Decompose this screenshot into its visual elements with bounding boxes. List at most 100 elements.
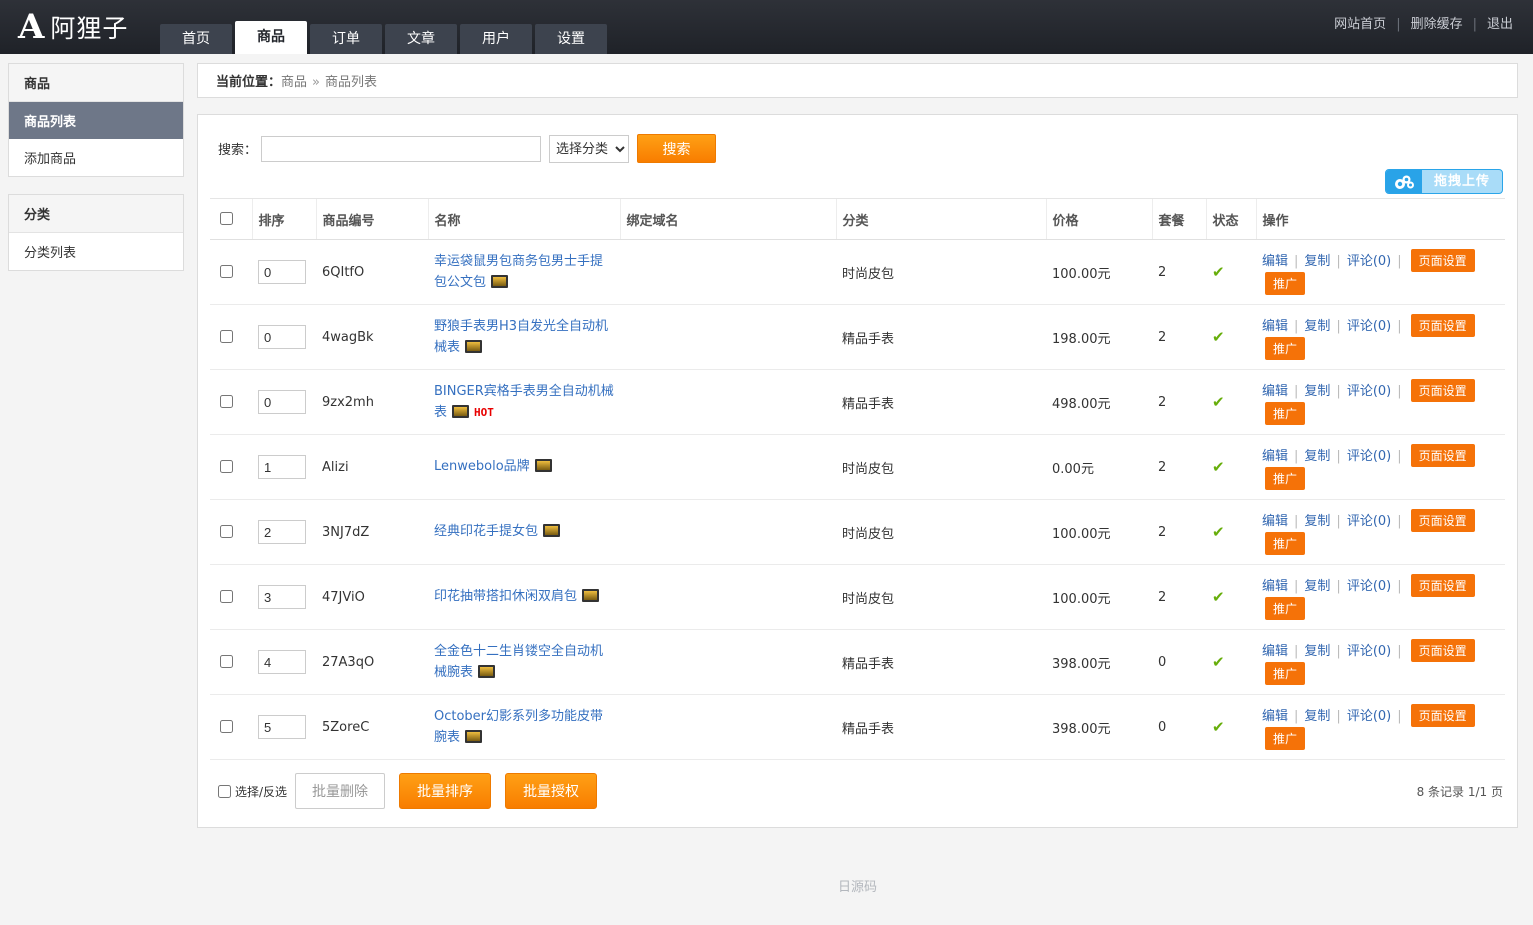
copy-link[interactable]: 复制: [1304, 384, 1330, 399]
table-row: 5ZoreC October幻影系列多功能皮带腕表 精品手表 398.00元 0…: [210, 695, 1505, 760]
nav-tab-articles[interactable]: 文章: [385, 24, 457, 54]
sort-input[interactable]: [258, 585, 306, 609]
sort-input[interactable]: [258, 520, 306, 544]
batch-auth-button[interactable]: 批量授权: [505, 773, 597, 809]
batch-sort-button[interactable]: 批量排序: [399, 773, 491, 809]
promote-button[interactable]: 推广: [1265, 402, 1305, 425]
main-nav: 首页 商品 订单 文章 用户 设置: [160, 21, 610, 54]
row-checkbox[interactable]: [220, 655, 233, 668]
comments-link[interactable]: 评论(0): [1347, 514, 1391, 529]
sort-input[interactable]: [258, 325, 306, 349]
comments-link[interactable]: 评论(0): [1347, 644, 1391, 659]
page-setup-button[interactable]: 页面设置: [1411, 574, 1475, 597]
row-checkbox[interactable]: [220, 525, 233, 538]
nav-tab-users[interactable]: 用户: [460, 24, 532, 54]
copy-link[interactable]: 复制: [1304, 709, 1330, 724]
copy-link[interactable]: 复制: [1304, 644, 1330, 659]
edit-link[interactable]: 编辑: [1262, 319, 1288, 334]
nav-tab-products[interactable]: 商品: [235, 21, 307, 54]
clear-cache-link[interactable]: 删除缓存: [1411, 17, 1463, 32]
table-row: Alizi Lenwebolo品牌 时尚皮包 0.00元 2 ✔ 编辑|复制|评…: [210, 435, 1505, 500]
op-separator: |: [1336, 644, 1340, 659]
search-input[interactable]: [261, 136, 541, 162]
sort-input[interactable]: [258, 455, 306, 479]
comments-link[interactable]: 评论(0): [1347, 709, 1391, 724]
sidebar-item-add-product[interactable]: 添加商品: [9, 139, 183, 176]
search-button[interactable]: 搜索: [637, 134, 716, 163]
edit-link[interactable]: 编辑: [1262, 579, 1288, 594]
copy-link[interactable]: 复制: [1304, 514, 1330, 529]
copy-link[interactable]: 复制: [1304, 449, 1330, 464]
product-name-link[interactable]: 经典印花手提女包: [434, 524, 538, 539]
product-category: 时尚皮包: [842, 462, 894, 477]
row-checkbox[interactable]: [220, 330, 233, 343]
site-home-link[interactable]: 网站首页: [1334, 17, 1386, 32]
edit-link[interactable]: 编辑: [1262, 644, 1288, 659]
nav-tab-home[interactable]: 首页: [160, 24, 232, 54]
sidebar-item-category-list[interactable]: 分类列表: [9, 233, 183, 270]
edit-link[interactable]: 编辑: [1262, 449, 1288, 464]
page-setup-button[interactable]: 页面设置: [1411, 704, 1475, 727]
row-checkbox[interactable]: [220, 460, 233, 473]
edit-link[interactable]: 编辑: [1262, 384, 1288, 399]
breadcrumb-parent[interactable]: 商品: [281, 75, 307, 90]
comments-link[interactable]: 评论(0): [1347, 319, 1391, 334]
sort-input[interactable]: [258, 650, 306, 674]
sort-input[interactable]: [258, 260, 306, 284]
product-name-link[interactable]: 印花抽带搭扣休闲双肩包: [434, 589, 577, 604]
drag-upload-button[interactable]: 拖拽上传: [1385, 169, 1503, 194]
comments-link[interactable]: 评论(0): [1347, 449, 1391, 464]
logout-link[interactable]: 退出: [1487, 17, 1513, 32]
product-name-link[interactable]: 幸运袋鼠男包商务包男士手提包公文包: [434, 254, 603, 290]
promote-button[interactable]: 推广: [1265, 597, 1305, 620]
product-name-link[interactable]: October幻影系列多功能皮带腕表: [434, 709, 603, 745]
col-header-sort: 排序: [252, 199, 316, 240]
page-setup-button[interactable]: 页面设置: [1411, 314, 1475, 337]
page-setup-button[interactable]: 页面设置: [1411, 639, 1475, 662]
edit-link[interactable]: 编辑: [1262, 254, 1288, 269]
promote-button[interactable]: 推广: [1265, 272, 1305, 295]
product-name-link[interactable]: Lenwebolo品牌: [434, 459, 530, 474]
edit-link[interactable]: 编辑: [1262, 709, 1288, 724]
page-setup-button[interactable]: 页面设置: [1411, 249, 1475, 272]
promote-button[interactable]: 推广: [1265, 727, 1305, 750]
page-setup-button[interactable]: 页面设置: [1411, 379, 1475, 402]
page-setup-button[interactable]: 页面设置: [1411, 444, 1475, 467]
row-checkbox[interactable]: [220, 395, 233, 408]
copy-link[interactable]: 复制: [1304, 254, 1330, 269]
row-checkbox[interactable]: [220, 720, 233, 733]
promote-button[interactable]: 推广: [1265, 467, 1305, 490]
promote-button[interactable]: 推广: [1265, 337, 1305, 360]
op-separator: |: [1397, 449, 1401, 464]
sort-input[interactable]: [258, 390, 306, 414]
table-row: 9zx2mh BINGER宾格手表男全自动机械表HOT 精品手表 498.00元…: [210, 370, 1505, 435]
batch-delete-button[interactable]: 批量删除: [295, 773, 385, 809]
category-select[interactable]: 选择分类: [549, 135, 629, 163]
comments-link[interactable]: 评论(0): [1347, 254, 1391, 269]
op-separator: |: [1294, 579, 1298, 594]
promote-button[interactable]: 推广: [1265, 532, 1305, 555]
copy-link[interactable]: 复制: [1304, 319, 1330, 334]
copy-link[interactable]: 复制: [1304, 579, 1330, 594]
promote-button[interactable]: 推广: [1265, 662, 1305, 685]
page-setup-button[interactable]: 页面设置: [1411, 509, 1475, 532]
sidebar-item-product-list[interactable]: 商品列表: [9, 102, 183, 139]
row-checkbox[interactable]: [220, 265, 233, 278]
op-separator: |: [1397, 644, 1401, 659]
product-name-link[interactable]: 野狼手表男H3自发光全自动机械表: [434, 319, 608, 355]
select-all-header-checkbox[interactable]: [220, 212, 233, 225]
select-all-toggle[interactable]: 选择/反选: [218, 783, 287, 800]
app-logo[interactable]: A 阿狸子: [18, 8, 128, 46]
op-separator: |: [1397, 514, 1401, 529]
comments-link[interactable]: 评论(0): [1347, 579, 1391, 594]
select-all-checkbox[interactable]: [218, 785, 231, 798]
product-price: 100.00元: [1052, 267, 1111, 282]
nav-tab-settings[interactable]: 设置: [535, 24, 607, 54]
comments-link[interactable]: 评论(0): [1347, 384, 1391, 399]
product-table-body: 6QItfO 幸运袋鼠男包商务包男士手提包公文包 时尚皮包 100.00元 2 …: [210, 240, 1505, 760]
nav-tab-orders[interactable]: 订单: [310, 24, 382, 54]
edit-link[interactable]: 编辑: [1262, 514, 1288, 529]
sort-input[interactable]: [258, 715, 306, 739]
product-name-link[interactable]: 全金色十二生肖镂空全自动机械腕表: [434, 644, 603, 680]
row-checkbox[interactable]: [220, 590, 233, 603]
